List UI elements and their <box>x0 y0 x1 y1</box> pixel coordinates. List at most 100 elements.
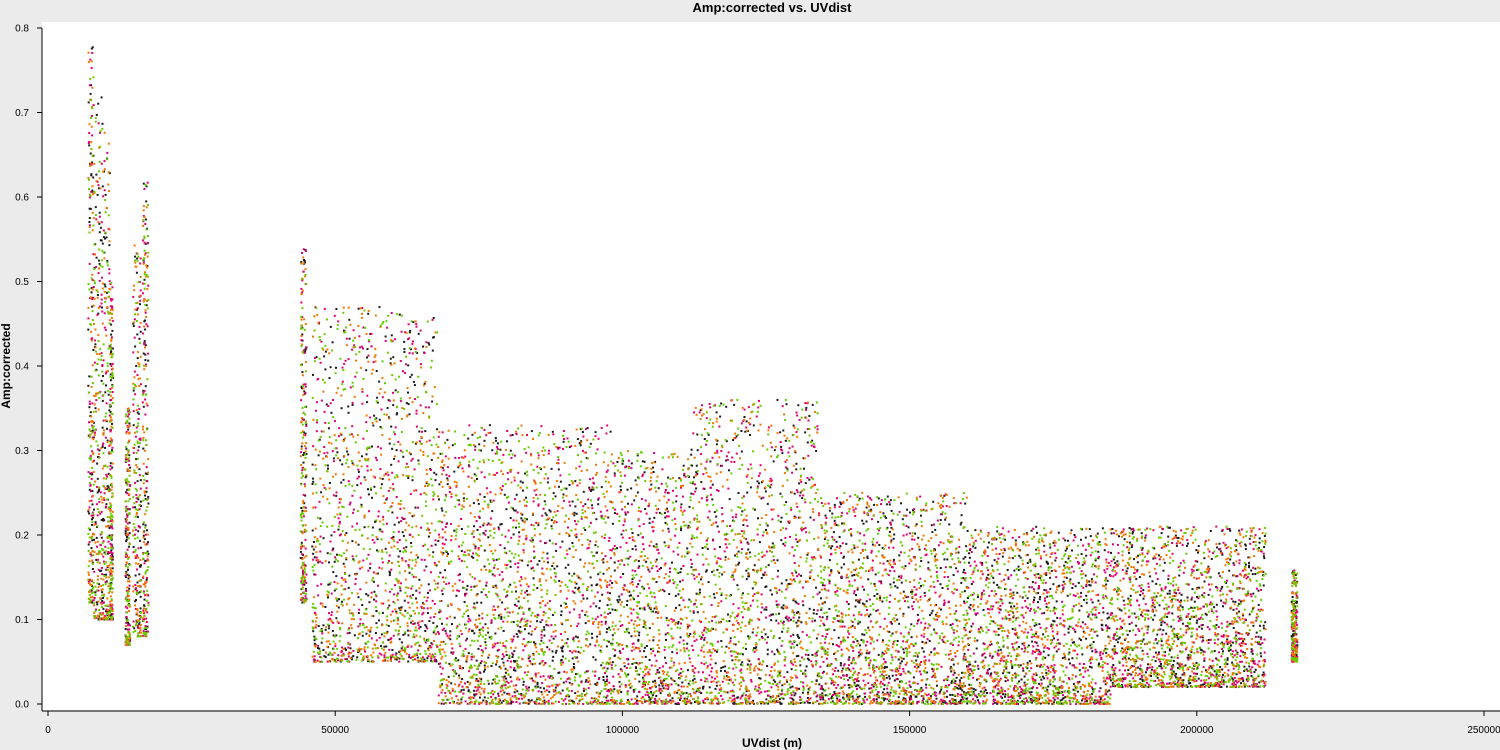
data-point <box>390 340 393 343</box>
data-point <box>486 596 489 598</box>
data-point <box>104 285 107 288</box>
data-point <box>107 296 110 298</box>
data-point <box>556 645 559 648</box>
data-point <box>574 520 576 523</box>
data-point <box>471 677 474 679</box>
data-point <box>511 695 514 698</box>
data-point <box>433 561 436 564</box>
data-point <box>110 609 113 612</box>
data-point <box>400 655 403 658</box>
data-point <box>590 551 593 554</box>
data-point <box>92 599 95 602</box>
data-point <box>426 612 429 614</box>
data-point <box>126 515 129 518</box>
data-point <box>407 466 410 468</box>
data-point <box>554 575 557 578</box>
data-point <box>504 687 507 690</box>
data-point <box>328 377 331 380</box>
data-point <box>89 152 92 155</box>
data-point <box>499 448 502 451</box>
data-point <box>427 655 430 658</box>
data-point <box>401 645 404 648</box>
data-point <box>139 437 142 440</box>
data-point <box>606 678 608 681</box>
data-point <box>124 625 127 628</box>
data-point <box>129 466 132 469</box>
data-point <box>147 533 150 536</box>
data-point <box>350 624 353 627</box>
data-point <box>137 449 140 452</box>
data-point <box>421 430 423 433</box>
data-point <box>107 547 110 550</box>
data-point <box>390 654 393 657</box>
data-point <box>389 506 392 509</box>
data-point <box>335 617 338 620</box>
data-point <box>574 444 577 447</box>
data-point <box>398 375 401 378</box>
data-point <box>146 404 149 407</box>
data-point <box>338 522 341 525</box>
data-point <box>300 301 303 304</box>
data-point <box>424 485 426 488</box>
data-point <box>578 465 581 468</box>
data-point <box>88 500 91 503</box>
data-point <box>415 561 418 564</box>
data-point <box>361 634 364 637</box>
data-point <box>144 365 147 368</box>
data-point <box>87 533 90 536</box>
data-point <box>580 469 583 472</box>
data-point <box>445 683 448 686</box>
data-point <box>600 426 603 429</box>
data-point <box>450 495 453 498</box>
data-point <box>471 696 474 699</box>
data-point <box>437 631 440 633</box>
data-point <box>348 609 351 612</box>
data-point <box>574 650 577 653</box>
data-point <box>591 477 594 480</box>
data-point <box>424 652 427 655</box>
data-point <box>322 484 325 486</box>
data-point <box>142 428 145 431</box>
data-point <box>517 562 520 565</box>
data-point <box>145 402 148 405</box>
data-point <box>524 591 527 594</box>
data-point <box>483 476 486 479</box>
data-point <box>304 383 307 386</box>
data-point <box>372 475 375 478</box>
data-point <box>487 536 490 539</box>
data-point <box>319 477 322 480</box>
data-point <box>402 550 405 553</box>
data-point <box>483 691 486 694</box>
data-point <box>399 625 402 628</box>
data-point <box>476 601 479 604</box>
data-point <box>302 506 305 509</box>
data-point <box>543 626 546 629</box>
data-point <box>446 634 449 637</box>
data-point <box>549 510 552 513</box>
data-point <box>591 636 594 639</box>
data-point <box>142 224 145 227</box>
data-point <box>348 574 351 577</box>
data-point <box>434 633 437 636</box>
data-point <box>536 697 539 700</box>
data-point <box>96 296 99 299</box>
data-point <box>337 525 340 528</box>
data-point <box>357 543 360 546</box>
data-point <box>535 650 538 653</box>
data-point <box>431 318 434 321</box>
data-point <box>351 555 354 558</box>
data-point <box>532 679 535 682</box>
data-point <box>125 621 128 624</box>
data-point <box>101 605 103 608</box>
data-point <box>558 683 561 686</box>
data-point <box>315 616 318 619</box>
data-point <box>595 473 598 476</box>
data-point <box>554 635 557 638</box>
data-point <box>109 394 112 397</box>
data-point <box>335 494 338 497</box>
data-point <box>315 623 318 626</box>
data-point <box>332 648 335 651</box>
data-point <box>403 648 406 651</box>
data-point <box>336 327 339 330</box>
data-point <box>478 696 481 699</box>
